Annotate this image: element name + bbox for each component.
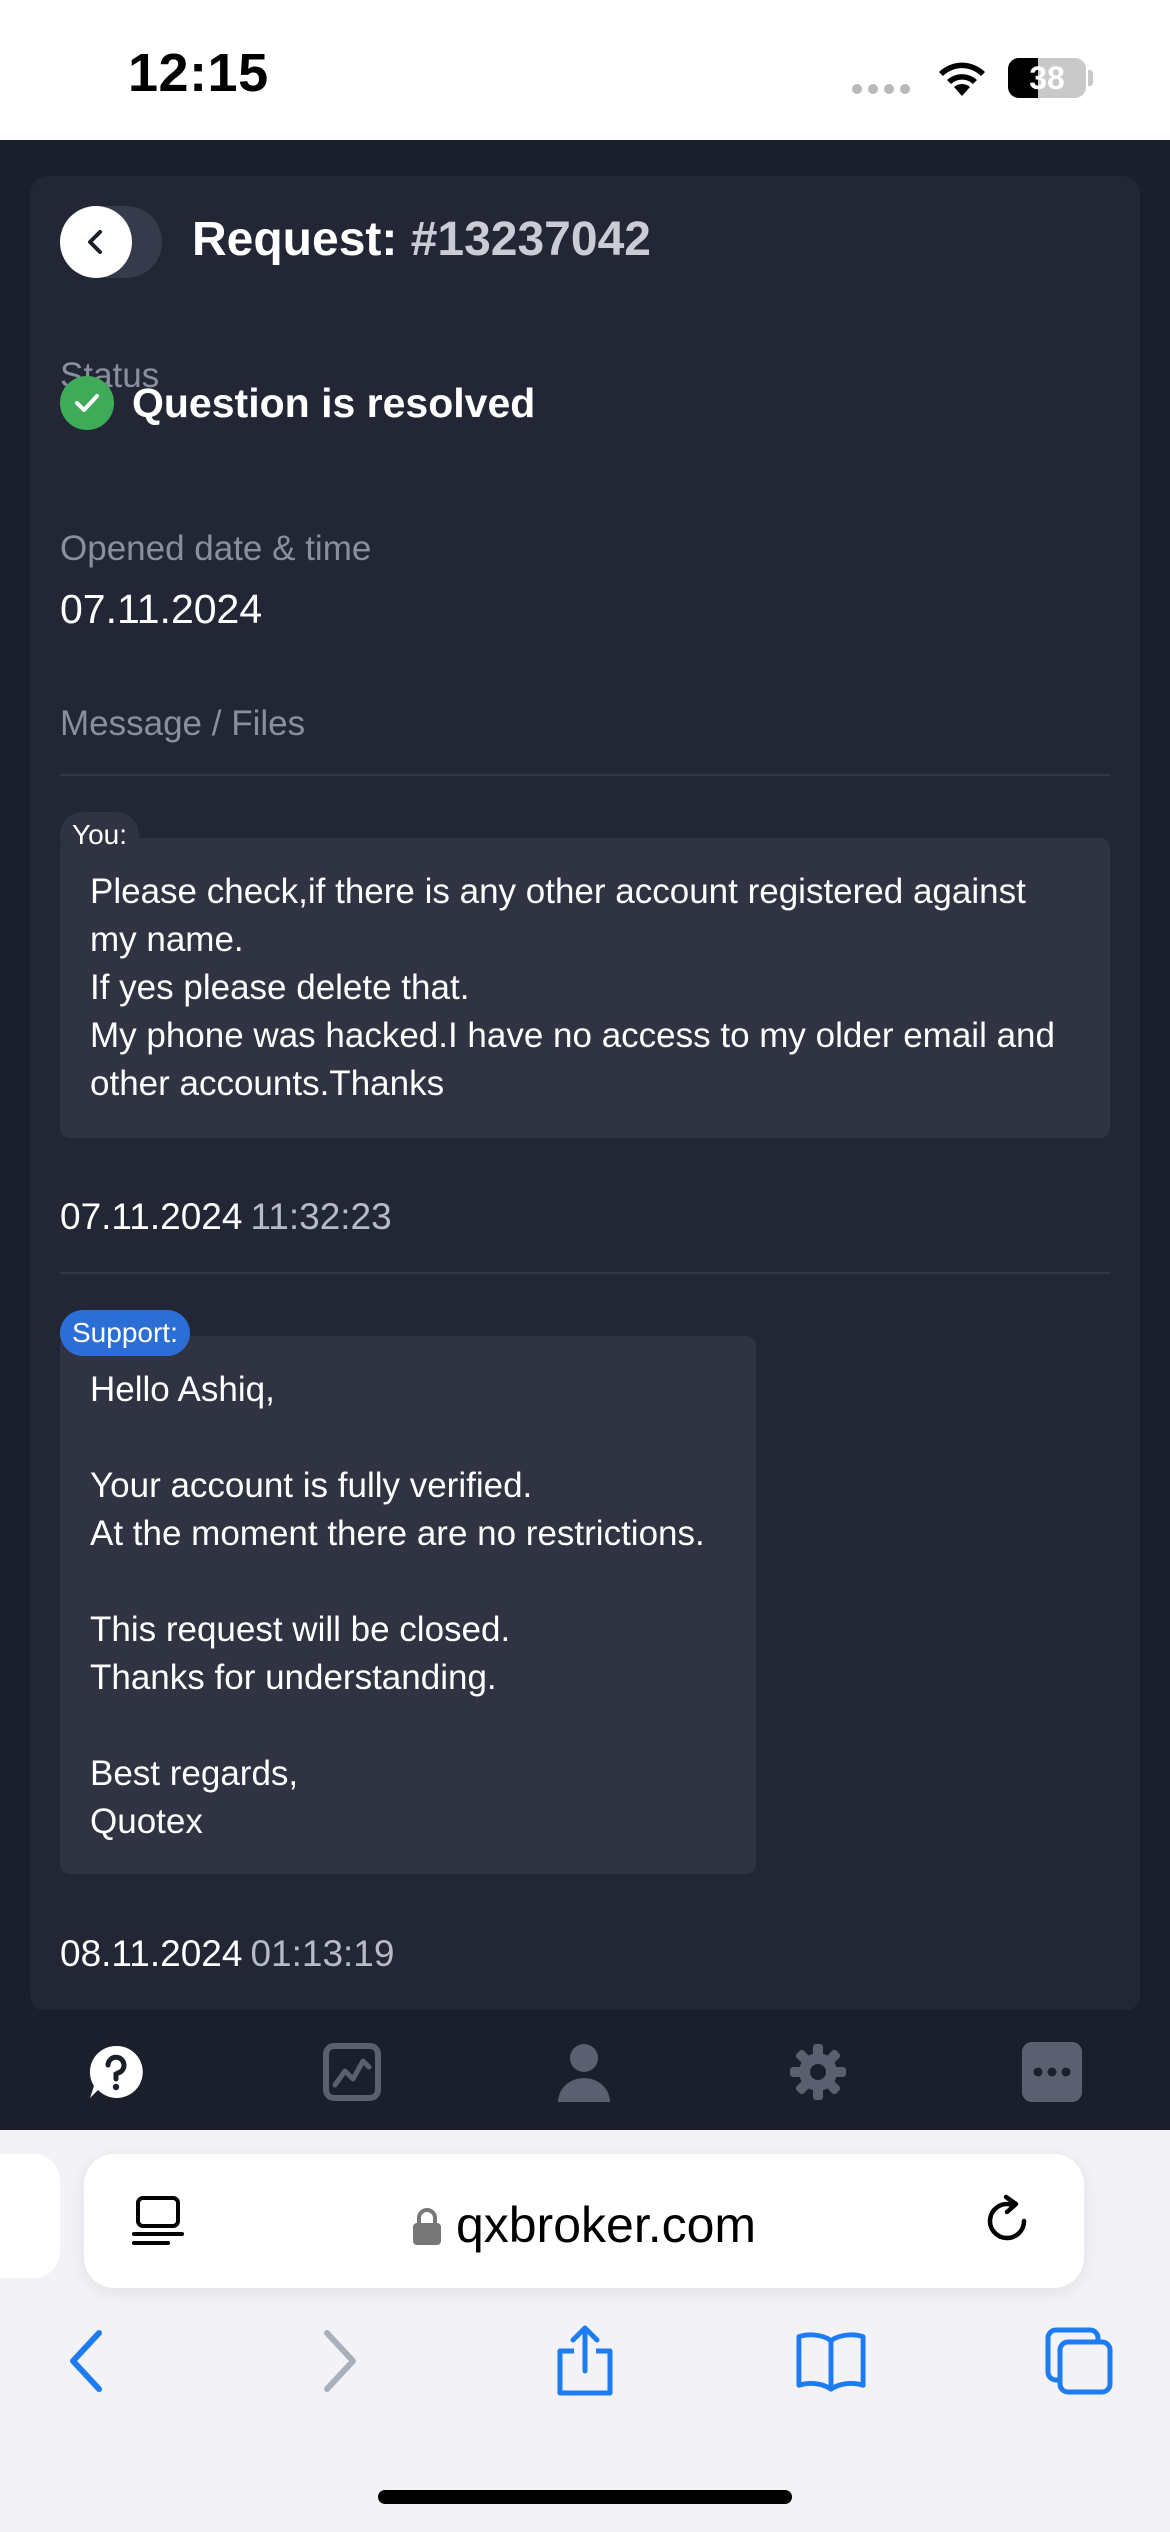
url-text: qxbroker.com [455,2197,757,2253]
home-indicator [378,2490,792,2504]
status-bar: 12:15 38 [0,0,1170,140]
bookmarks-button[interactable] [796,2326,866,2396]
status-badge: Question is resolved [60,376,535,430]
browser-forward-button[interactable] [304,2326,374,2396]
browser-toolbar: qxbroker.com [0,2130,1170,2532]
previous-tab-preview[interactable] [0,2154,60,2278]
message-time: 01:13:19 [250,1933,395,1974]
tabs-button[interactable] [1044,2326,1114,2396]
battery-level: 38 [1029,60,1065,96]
user-icon [558,2044,610,2102]
message-timestamp: 07.11.2024 11:32:23 [60,1196,392,1238]
battery-icon: 38 [1008,58,1086,98]
messages-label: Message / Files [60,704,306,743]
address-bar[interactable]: qxbroker.com [84,2154,1084,2288]
back-arrow-icon [60,206,132,278]
browser-back-button[interactable] [52,2326,122,2396]
request-number: #13237042 [410,213,651,266]
tab-profile[interactable] [552,2040,616,2104]
book-icon [796,2332,866,2392]
sender-tag-you: You: [60,812,140,858]
tabs-icon [1045,2327,1113,2395]
opened-value: 07.11.2024 [60,586,263,632]
sender-tag-support: Support: [60,1310,190,1356]
tab-more[interactable] [1020,2040,1084,2104]
app-area: Request: #13237042 Status Question is re… [0,140,1170,2130]
message-date: 08.11.2024 [60,1933,243,1974]
back-button[interactable] [60,206,162,278]
gear-icon [790,2044,846,2100]
divider [60,1272,1110,1274]
user-message-bubble: Please check,if there is any other accou… [60,838,1110,1138]
more-icon [1022,2042,1082,2102]
page-title: Request: #13237042 [192,212,651,267]
question-bubble-icon [89,2045,143,2098]
opened-label: Opened date & time [60,529,372,568]
battery-cap [1088,70,1093,86]
url-display: qxbroker.com [84,2196,1084,2254]
tab-settings[interactable] [786,2040,850,2104]
support-message-bubble: Hello Ashiq, Your account is fully verif… [60,1336,756,1874]
message-text: Please check,if there is any other accou… [90,872,1055,1103]
check-circle-icon [60,376,114,430]
status-value: Question is resolved [132,379,536,426]
status-time: 12:15 [128,43,269,103]
cellular-signal-icon [852,84,910,94]
share-button[interactable] [550,2325,620,2396]
divider [60,774,1110,776]
lock-icon [412,2208,441,2245]
app-tab-bar [0,2010,1170,2130]
wifi-icon [939,62,985,96]
share-icon [557,2325,613,2396]
chevron-left-icon [70,2330,102,2392]
chevron-right-icon [324,2330,356,2392]
request-card: Request: #13237042 Status Question is re… [30,176,1140,2012]
request-title-prefix: Request: [192,213,398,266]
message-time: 11:32:23 [250,1196,392,1237]
message-timestamp: 08.11.2024 01:13:19 [60,1933,394,1975]
message-text: Hello Ashiq, Your account is fully verif… [90,1370,705,1841]
tab-trading[interactable] [320,2040,384,2104]
reload-icon[interactable] [980,2194,1034,2248]
tab-help[interactable] [84,2040,148,2104]
message-date: 07.11.2024 [60,1196,243,1237]
chart-icon [323,2043,381,2101]
